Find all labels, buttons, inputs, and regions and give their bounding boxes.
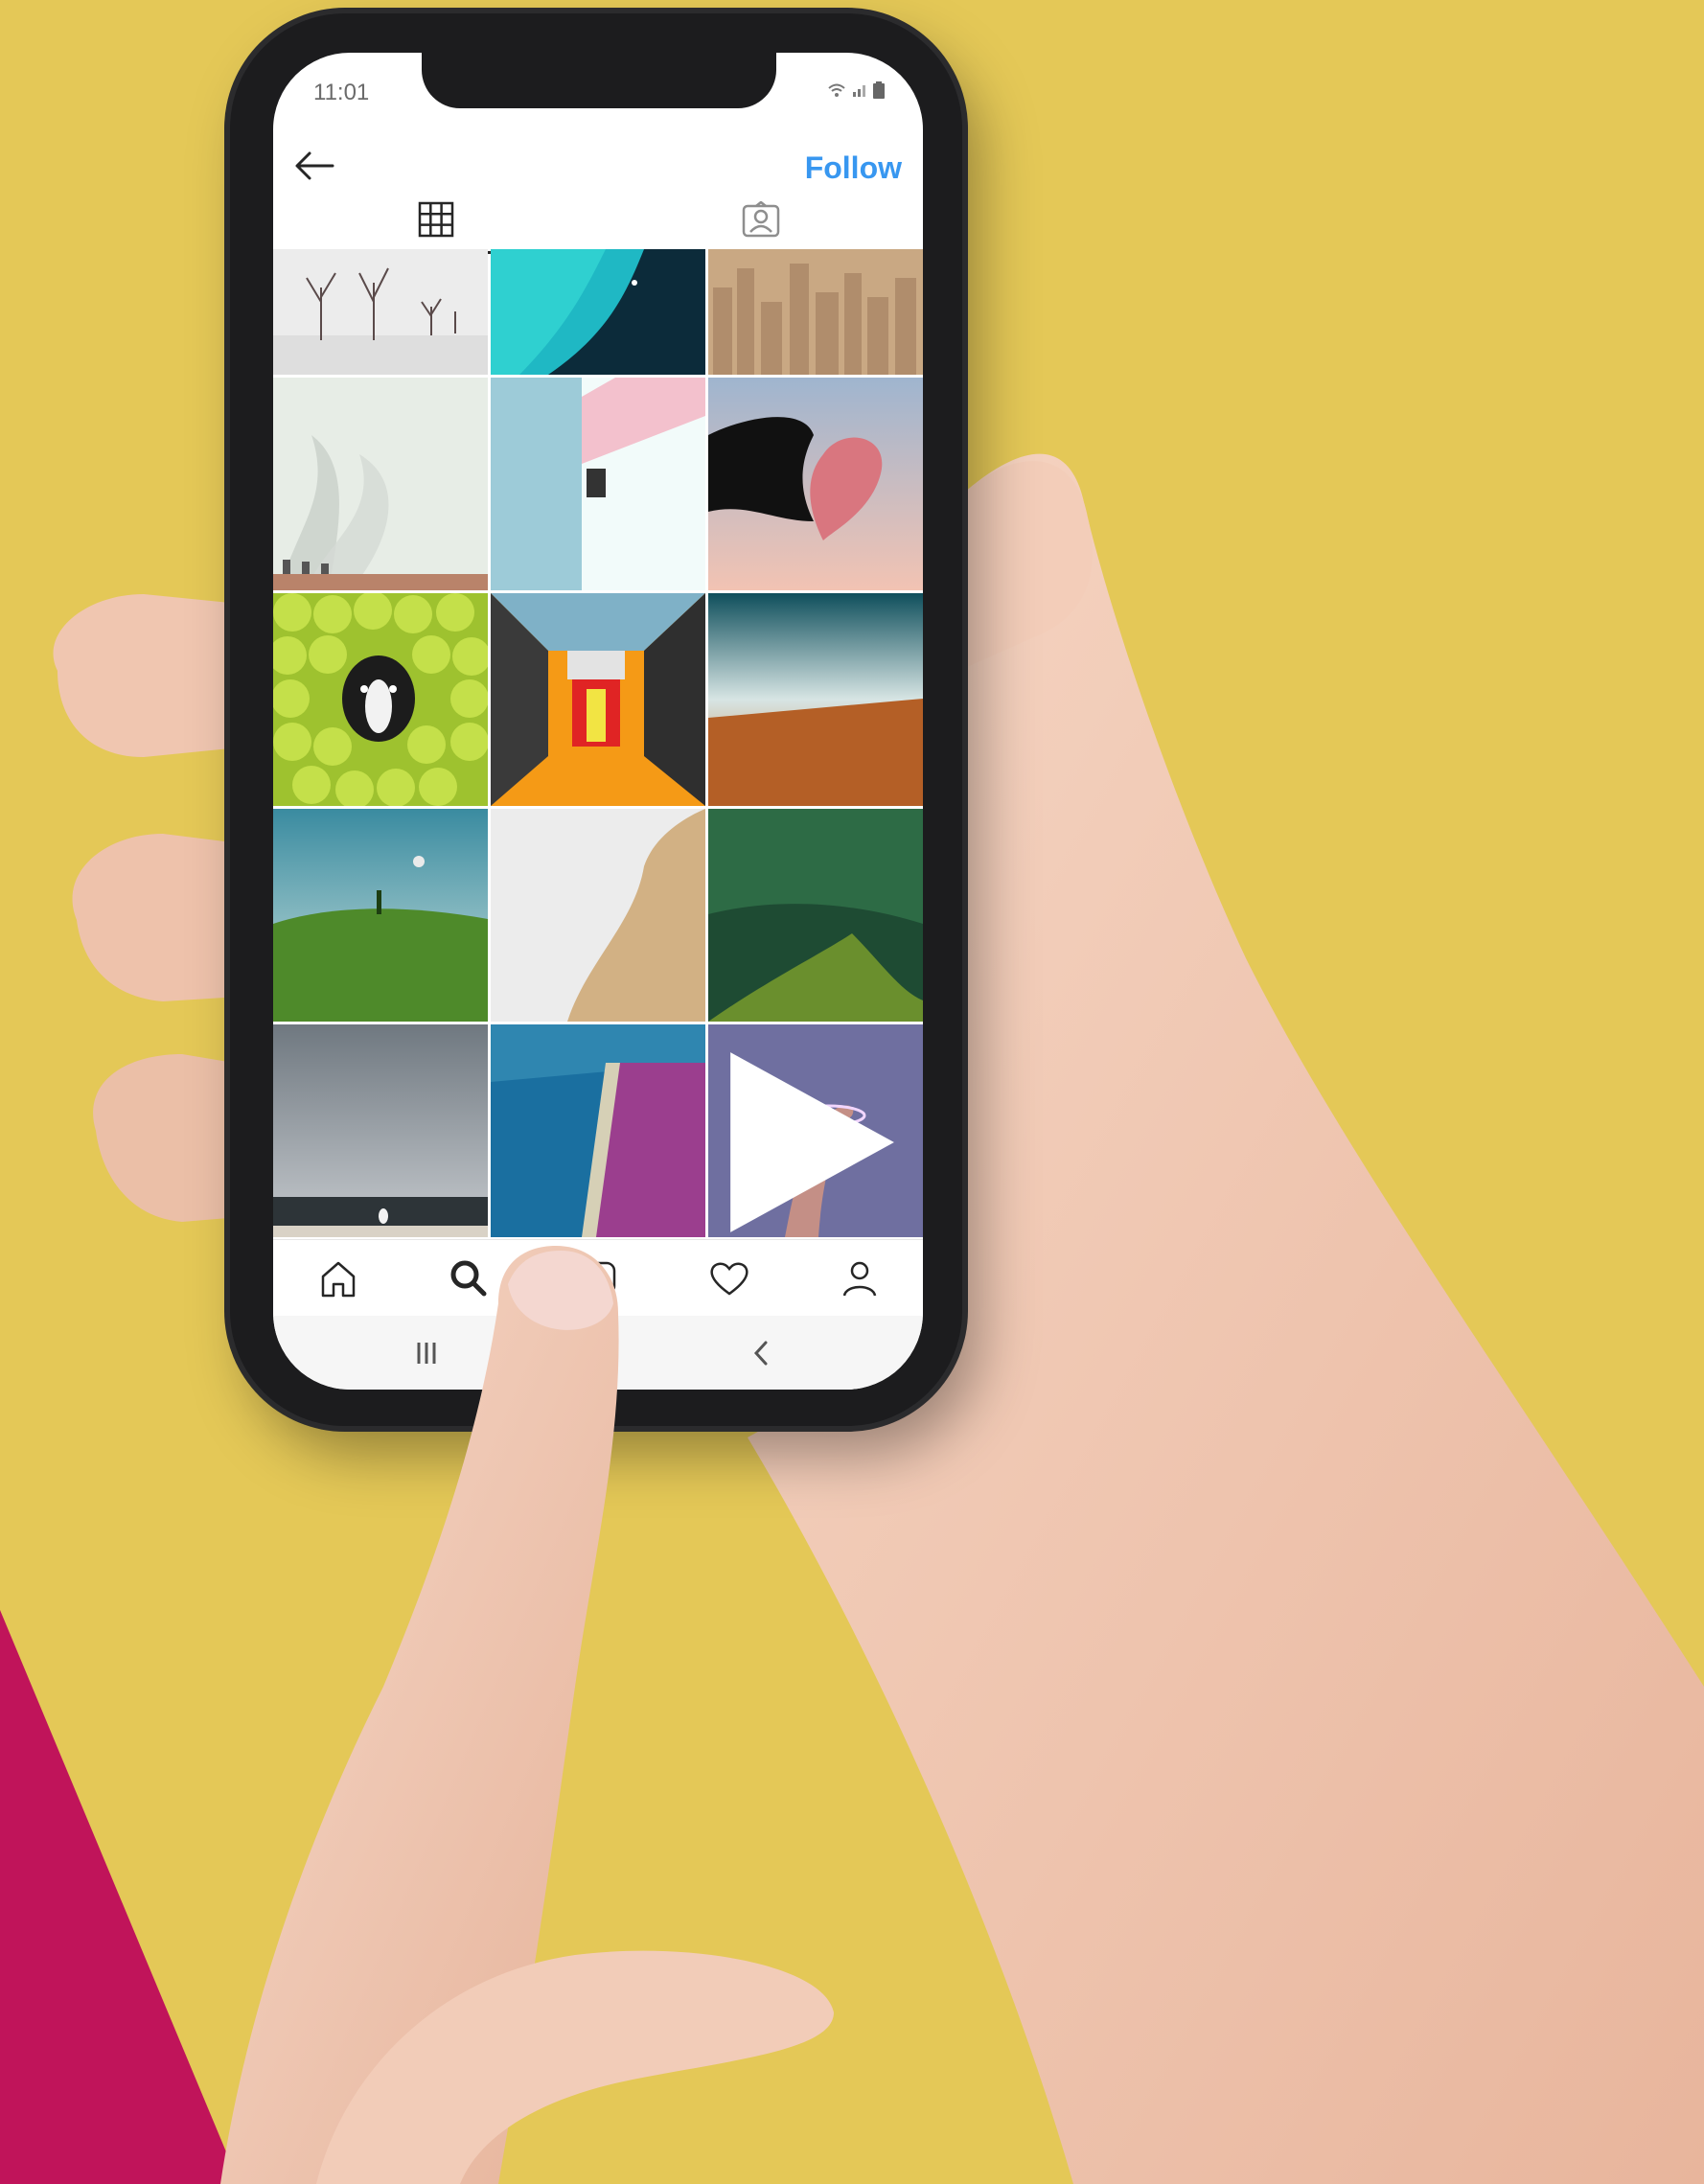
grid-tile-hand-neon-ring[interactable] xyxy=(708,1024,923,1237)
status-icons xyxy=(827,81,885,99)
heart-icon[interactable] xyxy=(706,1255,752,1301)
follow-button[interactable]: Follow xyxy=(805,150,902,186)
grid-tile-dog-tennis-balls[interactable] xyxy=(273,593,488,806)
back-chevron-icon[interactable] xyxy=(743,1337,781,1369)
tagged-photos-icon xyxy=(742,201,779,238)
tab-tagged[interactable] xyxy=(598,192,923,254)
bottom-navigation xyxy=(273,1239,923,1317)
grid-tile-motion-road[interactable] xyxy=(708,593,923,806)
back-arrow-icon[interactable] xyxy=(292,147,336,185)
grid-tile-green-ridges[interactable] xyxy=(708,809,923,1022)
status-bar: 11:01 xyxy=(273,53,923,120)
home-icon[interactable] xyxy=(315,1255,361,1301)
profile-icon[interactable] xyxy=(837,1255,883,1301)
wifi-icon xyxy=(828,83,845,97)
grid-tile-smoking-chimneys[interactable] xyxy=(273,378,488,590)
grid-tile-hand-heart-cloud[interactable] xyxy=(708,378,923,590)
battery-icon xyxy=(873,81,885,99)
recent-apps-icon[interactable] xyxy=(407,1337,446,1369)
grid-tile-turquoise-sea[interactable] xyxy=(491,249,705,375)
grid-icon xyxy=(418,201,453,238)
tab-grid[interactable] xyxy=(273,192,598,254)
photo-grid xyxy=(273,249,923,1237)
phone-screen: 11:01 Follow xyxy=(273,53,923,1390)
video-play-icon xyxy=(730,1052,894,1232)
grid-tile-city-skyline[interactable] xyxy=(708,249,923,375)
system-navigation-bar xyxy=(273,1316,923,1390)
grid-tile-snowy-trees[interactable] xyxy=(273,249,488,375)
add-post-icon[interactable] xyxy=(576,1255,622,1301)
grid-tile-blue-pink-lake[interactable] xyxy=(491,1024,705,1237)
grid-tile-grey-sea-seagull[interactable] xyxy=(273,1024,488,1237)
grid-tile-green-hill-tree[interactable] xyxy=(273,809,488,1022)
profile-tabs xyxy=(273,192,923,254)
status-time: 11:01 xyxy=(313,80,370,105)
grid-tile-beach-aerial[interactable] xyxy=(491,809,705,1022)
grid-tile-colorful-staircase[interactable] xyxy=(491,593,705,806)
grid-tile-pastel-architecture[interactable] xyxy=(491,378,705,590)
search-icon[interactable] xyxy=(446,1255,492,1301)
signal-icon xyxy=(853,85,865,97)
